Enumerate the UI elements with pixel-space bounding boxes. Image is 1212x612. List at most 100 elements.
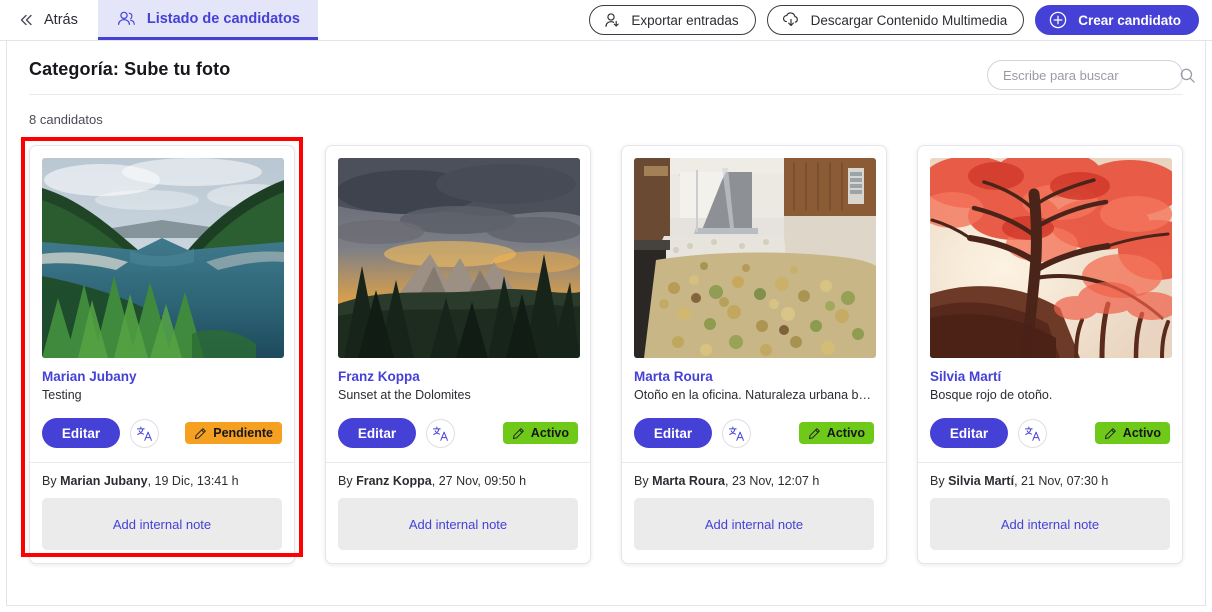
candidate-card-slot: Marian Jubany Testing Editar Pendiente B… bbox=[21, 137, 303, 564]
edit-button[interactable]: Editar bbox=[930, 418, 1008, 448]
back-label: Atrás bbox=[44, 12, 78, 28]
byline: By Marta Roura, 23 Nov, 12:07 h bbox=[634, 474, 874, 488]
candidate-name[interactable]: Franz Koppa bbox=[338, 369, 578, 384]
translate-icon bbox=[1024, 425, 1041, 442]
candidate-card[interactable]: Franz Koppa Sunset at the Dolomites Edit… bbox=[325, 145, 591, 564]
pencil-icon bbox=[1104, 427, 1117, 440]
status-badge[interactable]: Pendiente bbox=[185, 422, 282, 444]
edit-button[interactable]: Editar bbox=[42, 418, 120, 448]
candidate-card[interactable]: Marian Jubany Testing Editar Pendiente B… bbox=[29, 145, 295, 564]
pencil-icon bbox=[808, 427, 821, 440]
byline-author: Marian Jubany bbox=[60, 474, 148, 488]
byline: By Silvia Martí, 21 Nov, 07:30 h bbox=[930, 474, 1170, 488]
byline-date: , 27 Nov, 09:50 h bbox=[431, 474, 527, 488]
office-lobby-with-leaves-image: onstruc 20 bbox=[634, 158, 876, 358]
byline-date: , 21 Nov, 07:30 h bbox=[1014, 474, 1109, 488]
candidate-thumbnail[interactable] bbox=[930, 158, 1172, 358]
status-label: Activo bbox=[826, 426, 865, 440]
search-box[interactable] bbox=[987, 60, 1195, 90]
status-badge[interactable]: Activo bbox=[798, 422, 874, 444]
card-actions: Editar bbox=[930, 418, 1170, 448]
card-body: Franz Koppa Sunset at the Dolomites Edit… bbox=[326, 146, 590, 448]
candidate-card[interactable]: Silvia Martí Bosque rojo de otoño. Edita… bbox=[917, 145, 1183, 564]
translate-button[interactable] bbox=[1018, 418, 1047, 448]
status-label: Activo bbox=[530, 426, 569, 440]
status-label: Activo bbox=[1122, 426, 1161, 440]
byline-prefix: By bbox=[338, 474, 357, 488]
candidate-description: Testing bbox=[42, 388, 82, 402]
candidate-name[interactable]: Marta Roura bbox=[634, 369, 874, 384]
candidate-thumbnail[interactable] bbox=[42, 158, 284, 358]
red-autumn-forest-image bbox=[930, 158, 1172, 358]
byline: By Franz Koppa, 27 Nov, 09:50 h bbox=[338, 474, 578, 488]
byline-prefix: By bbox=[634, 474, 653, 488]
cloud-download-icon bbox=[781, 11, 801, 29]
card-footer: By Marta Roura, 23 Nov, 12:07 h Add inte… bbox=[622, 462, 886, 563]
content-panel: Categoría: Sube tu foto 8 candidatos bbox=[6, 41, 1206, 606]
card-body: onstruc 20 bbox=[622, 146, 886, 448]
byline-prefix: By bbox=[42, 474, 61, 488]
candidate-thumbnail[interactable]: onstruc 20 bbox=[634, 158, 876, 358]
search-icon[interactable] bbox=[1179, 67, 1196, 84]
add-internal-note-button[interactable]: Add internal note bbox=[930, 498, 1170, 550]
pencil-icon bbox=[194, 427, 207, 440]
byline-date: , 19 Dic, 13:41 h bbox=[147, 474, 239, 488]
add-internal-note-button[interactable]: Add internal note bbox=[634, 498, 874, 550]
pencil-icon bbox=[512, 427, 525, 440]
status-badge[interactable]: Activo bbox=[1094, 422, 1170, 444]
descargar-contenido-multimedia-button[interactable]: Descargar Contenido Multimedia bbox=[766, 5, 1025, 35]
topbar-actions: Exportar entradas Descargar Contenido Mu… bbox=[589, 0, 1212, 40]
candidate-name[interactable]: Silvia Martí bbox=[930, 369, 1170, 384]
candidate-name[interactable]: Marian Jubany bbox=[42, 369, 282, 384]
candidate-count: 8 candidatos bbox=[29, 112, 103, 127]
candidate-grid: Marian Jubany Testing Editar Pendiente B… bbox=[7, 127, 1205, 564]
card-actions: Editar bbox=[634, 418, 874, 448]
candidate-description: Bosque rojo de otoño. bbox=[930, 388, 1053, 402]
descargar-contenido-multimedia-label: Descargar Contenido Multimedia bbox=[810, 12, 1008, 28]
card-footer: By Franz Koppa, 27 Nov, 09:50 h Add inte… bbox=[326, 462, 590, 563]
dolomites-sunset-mountains-image bbox=[338, 158, 580, 358]
top-bar: Atrás Listado de candidatos Exportar ent… bbox=[0, 0, 1212, 41]
plus-circle-icon bbox=[1048, 10, 1068, 30]
byline-date: , 23 Nov, 12:07 h bbox=[725, 474, 820, 488]
user-export-icon bbox=[603, 11, 621, 29]
status-label: Pendiente bbox=[213, 426, 273, 440]
add-internal-note-button[interactable]: Add internal note bbox=[42, 498, 282, 550]
byline-prefix: By bbox=[930, 474, 949, 488]
tab-label: Listado de candidatos bbox=[146, 10, 300, 27]
byline-author: Marta Roura bbox=[652, 474, 725, 488]
card-body: Marian Jubany Testing Editar Pendiente bbox=[30, 146, 294, 448]
card-actions: Editar bbox=[42, 418, 282, 448]
candidate-card-slot: Franz Koppa Sunset at the Dolomites Edit… bbox=[325, 145, 591, 564]
candidate-card-slot: onstruc 20 bbox=[621, 145, 887, 564]
exportar-entradas-label: Exportar entradas bbox=[631, 12, 739, 28]
exportar-entradas-button[interactable]: Exportar entradas bbox=[589, 5, 756, 35]
candidate-card[interactable]: onstruc 20 bbox=[621, 145, 887, 564]
card-footer: By Silvia Martí, 21 Nov, 07:30 h Add int… bbox=[918, 462, 1182, 563]
translate-button[interactable] bbox=[426, 418, 455, 448]
back-button[interactable]: Atrás bbox=[0, 0, 98, 40]
crear-candidato-label: Crear candidato bbox=[1078, 12, 1181, 28]
lake-between-forested-hills-image bbox=[42, 158, 284, 358]
candidate-description: Sunset at the Dolomites bbox=[338, 388, 471, 402]
candidate-thumbnail[interactable] bbox=[338, 158, 580, 358]
tab-listado-de-candidatos[interactable]: Listado de candidatos bbox=[97, 0, 318, 40]
translate-button[interactable] bbox=[130, 418, 159, 448]
translate-icon bbox=[728, 425, 745, 442]
chevron-double-left-icon bbox=[18, 13, 35, 27]
add-internal-note-button[interactable]: Add internal note bbox=[338, 498, 578, 550]
card-actions: Editar bbox=[338, 418, 578, 448]
byline-author: Franz Koppa bbox=[356, 474, 432, 488]
edit-button[interactable]: Editar bbox=[634, 418, 712, 448]
edit-button[interactable]: Editar bbox=[338, 418, 416, 448]
crear-candidato-button[interactable]: Crear candidato bbox=[1035, 5, 1199, 35]
candidate-card-slot: Silvia Martí Bosque rojo de otoño. Edita… bbox=[917, 145, 1183, 564]
search-input[interactable] bbox=[1003, 67, 1179, 83]
byline-author: Silvia Martí bbox=[948, 474, 1015, 488]
card-footer: By Marian Jubany, 19 Dic, 13:41 h Add in… bbox=[30, 462, 294, 563]
translate-button[interactable] bbox=[722, 418, 751, 448]
candidates-icon bbox=[116, 10, 137, 27]
candidate-description: Otoño en la oficina. Naturaleza urbana b… bbox=[634, 388, 874, 402]
status-badge[interactable]: Activo bbox=[502, 422, 578, 444]
byline: By Marian Jubany, 19 Dic, 13:41 h bbox=[42, 474, 282, 488]
